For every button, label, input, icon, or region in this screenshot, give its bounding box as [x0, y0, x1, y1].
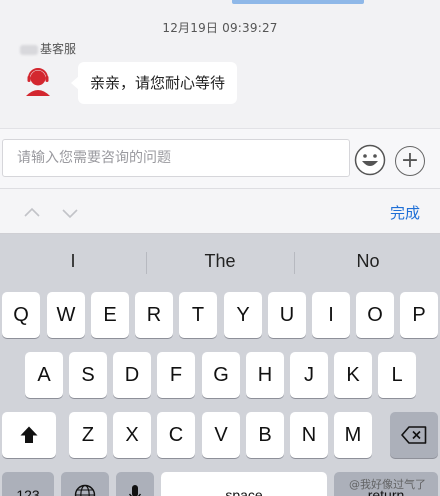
customer-service-avatar-icon: [26, 68, 50, 96]
next-field-icon[interactable]: [62, 205, 78, 221]
key-e[interactable]: E: [91, 292, 129, 338]
suggestion-bar: I The No: [0, 234, 440, 292]
space-key[interactable]: space: [161, 472, 327, 496]
message-text: 亲亲，请您耐心等待: [90, 74, 226, 92]
key-u[interactable]: U: [268, 292, 306, 338]
key-s[interactable]: S: [69, 352, 107, 398]
key-g[interactable]: G: [202, 352, 240, 398]
key-k[interactable]: K: [334, 352, 372, 398]
top-accent-bar: [232, 0, 364, 4]
key-i[interactable]: I: [312, 292, 350, 338]
key-p[interactable]: P: [400, 292, 438, 338]
key-h[interactable]: H: [246, 352, 284, 398]
key-l[interactable]: L: [378, 352, 416, 398]
key-o[interactable]: O: [356, 292, 394, 338]
key-v[interactable]: V: [202, 412, 240, 458]
suggestion-item[interactable]: No: [295, 251, 440, 272]
key-n[interactable]: N: [290, 412, 328, 458]
key-b[interactable]: B: [246, 412, 284, 458]
key-w[interactable]: W: [47, 292, 85, 338]
chat-area: 12月19日 09:39:27 基客服 亲亲，请您耐心等待: [0, 0, 440, 128]
globe-key[interactable]: [61, 472, 109, 496]
message-timestamp: 12月19日 09:39:27: [162, 21, 278, 35]
previous-field-icon[interactable]: [24, 205, 40, 221]
backspace-icon: [401, 426, 427, 444]
key-q[interactable]: Q: [2, 292, 40, 338]
add-attachment-button[interactable]: +: [395, 146, 425, 176]
key-d[interactable]: D: [113, 352, 151, 398]
key-m[interactable]: M: [334, 412, 372, 458]
key-x[interactable]: X: [113, 412, 151, 458]
delete-key[interactable]: [390, 412, 438, 458]
emoji-icon[interactable]: [354, 144, 386, 176]
microphone-icon: [128, 485, 142, 496]
shift-arrow-icon: [20, 426, 38, 443]
key-a[interactable]: A: [25, 352, 63, 398]
key-j[interactable]: J: [290, 352, 328, 398]
sender-name: 基客服: [20, 40, 76, 57]
shift-key[interactable]: [2, 412, 56, 458]
globe-icon: [74, 484, 96, 496]
key-f[interactable]: F: [157, 352, 195, 398]
key-y[interactable]: Y: [224, 292, 262, 338]
key-r[interactable]: R: [135, 292, 173, 338]
sender-name-text: 基客服: [40, 42, 77, 56]
numbers-key[interactable]: 123: [2, 472, 54, 496]
key-t[interactable]: T: [179, 292, 217, 338]
suggestion-item[interactable]: The: [147, 251, 293, 272]
key-z[interactable]: Z: [69, 412, 107, 458]
keyboard: I The No Q W E R T Y U I O P A S D F G H…: [0, 234, 440, 496]
plus-icon: +: [400, 148, 420, 173]
dictation-key[interactable]: [116, 472, 154, 496]
done-button[interactable]: 完成: [390, 202, 420, 223]
suggestion-item[interactable]: I: [0, 251, 146, 272]
key-c[interactable]: C: [157, 412, 195, 458]
question-input[interactable]: [2, 139, 350, 177]
watermark: @我好像过气了: [349, 478, 426, 491]
message-bubble: 亲亲，请您耐心等待: [70, 62, 238, 104]
blurred-name-part: [20, 44, 38, 55]
keyboard-accessory-bar: 完成: [0, 188, 440, 234]
